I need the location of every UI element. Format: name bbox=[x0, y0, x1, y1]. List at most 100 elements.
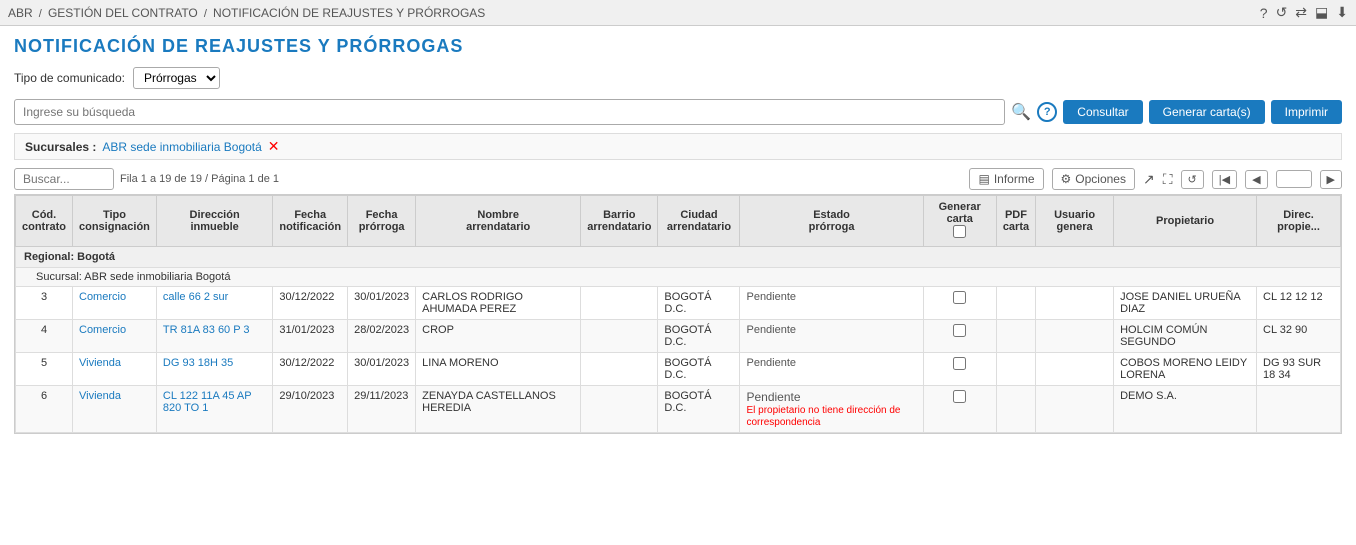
opciones-label: Opciones bbox=[1075, 172, 1126, 186]
subgroup-label: Sucursal: ABR sede inmobiliaria Bogotá bbox=[16, 268, 1341, 287]
cell-generar-carta[interactable] bbox=[923, 353, 996, 386]
estado-error: El propietario no tiene dirección de cor… bbox=[746, 405, 900, 428]
cell-direccion[interactable]: TR 81A 83 60 P 3 bbox=[156, 320, 272, 353]
col-direccion-inmueble: Direccióninmueble bbox=[156, 196, 272, 247]
download-alt-icon[interactable]: ⬓ bbox=[1315, 4, 1328, 21]
cell-direccion[interactable]: CL 122 11A 45 AP 820 TO 1 bbox=[156, 386, 272, 433]
opciones-button[interactable]: ⚙ Opciones bbox=[1052, 168, 1135, 190]
table-row: 6ViviendaCL 122 11A 45 AP 820 TO 129/10/… bbox=[16, 386, 1341, 433]
toolbar-left: Fila 1 a 19 de 19 / Página 1 de 1 bbox=[14, 168, 279, 190]
cell-tipo[interactable]: Vivienda bbox=[73, 353, 157, 386]
group-label: Regional: Bogotá bbox=[16, 247, 1341, 268]
cell-fecha-prorroga: 28/02/2023 bbox=[348, 320, 416, 353]
cell-direccion[interactable]: DG 93 18H 35 bbox=[156, 353, 272, 386]
cell-ciudad: BOGOTÁ D.C. bbox=[658, 353, 740, 386]
breadcrumb-abr[interactable]: ABR bbox=[8, 6, 33, 20]
cell-direc-propietario: CL 12 12 12 bbox=[1257, 287, 1341, 320]
buscar-input[interactable] bbox=[14, 168, 114, 190]
share-icon[interactable]: ↗ bbox=[1143, 171, 1155, 188]
cell-usuario-genera bbox=[1036, 287, 1114, 320]
cell-pdf-carta bbox=[996, 386, 1035, 433]
pagination-info: Fila 1 a 19 de 19 / Página 1 de 1 bbox=[120, 173, 279, 185]
imprimir-button[interactable]: Imprimir bbox=[1271, 100, 1342, 124]
cell-fecha-prorroga: 29/11/2023 bbox=[348, 386, 416, 433]
cell-barrio bbox=[581, 320, 658, 353]
consultar-button[interactable]: Consultar bbox=[1063, 100, 1142, 124]
cell-generar-carta[interactable] bbox=[923, 287, 996, 320]
generar-carta-checkbox[interactable] bbox=[953, 357, 966, 370]
col-usuario-genera: Usuario genera bbox=[1036, 196, 1114, 247]
help-button[interactable]: ? bbox=[1037, 102, 1057, 122]
informe-button[interactable]: ▤ Informe bbox=[969, 168, 1043, 190]
col-fecha-notificacion: Fechanotificación bbox=[273, 196, 348, 247]
cell-generar-carta[interactable] bbox=[923, 320, 996, 353]
generar-carta-button[interactable]: Generar carta(s) bbox=[1149, 100, 1265, 124]
search-row: 🔍 ? Consultar Generar carta(s) Imprimir bbox=[14, 99, 1342, 125]
nav-first-button[interactable]: |◀ bbox=[1212, 170, 1237, 189]
col-nombre-arrendatario: Nombrearrendatario bbox=[416, 196, 581, 247]
breadcrumb-gestion[interactable]: GESTIÓN DEL CONTRATO bbox=[48, 6, 198, 20]
cell-nombre: CROP bbox=[416, 320, 581, 353]
cell-estado: Pendiente bbox=[740, 287, 923, 320]
informe-label: Informe bbox=[994, 172, 1035, 186]
cell-cod: 5 bbox=[16, 353, 73, 386]
search-button[interactable]: 🔍 bbox=[1011, 102, 1031, 122]
cell-estado: Pendiente bbox=[740, 320, 923, 353]
generar-carta-checkbox[interactable] bbox=[953, 390, 966, 403]
page-title: NOTIFICACIÓN DE REAJUSTES Y PRÓRROGAS bbox=[14, 36, 1342, 57]
cell-propietario: JOSE DANIEL URUEÑA DIAZ bbox=[1114, 287, 1257, 320]
cell-propietario: HOLCIM COMÚN SEGUNDO bbox=[1114, 320, 1257, 353]
nav-next-button[interactable]: ▶ bbox=[1320, 170, 1342, 189]
cell-barrio bbox=[581, 287, 658, 320]
cell-tipo[interactable]: Comercio bbox=[73, 287, 157, 320]
generar-carta-checkbox[interactable] bbox=[953, 324, 966, 337]
cell-cod: 6 bbox=[16, 386, 73, 433]
generar-carta-header-checkbox[interactable] bbox=[953, 225, 966, 238]
download-icon[interactable]: ⬇ bbox=[1336, 4, 1348, 21]
filter-value: ABR sede inmobiliaria Bogotá bbox=[102, 140, 261, 154]
filter-label: Sucursales : bbox=[25, 140, 96, 154]
cell-cod: 4 bbox=[16, 320, 73, 353]
col-propietario: Propietario bbox=[1114, 196, 1257, 247]
cell-nombre: CARLOS RODRIGO AHUMADA PEREZ bbox=[416, 287, 581, 320]
top-icons: ? ↺ ⇄ ⬓ ⬇ bbox=[1260, 4, 1348, 21]
cell-usuario-genera bbox=[1036, 386, 1114, 433]
cell-nombre: LINA MORENO bbox=[416, 353, 581, 386]
cell-direc-propietario: DG 93 SUR 18 34 bbox=[1257, 353, 1341, 386]
tipo-comunicado-select[interactable]: Prórrogas bbox=[133, 67, 220, 89]
top-bar: ABR / GESTIÓN DEL CONTRATO / NOTIFICACIÓ… bbox=[0, 0, 1356, 26]
nav-refresh-button[interactable]: ↺ bbox=[1181, 170, 1204, 189]
col-tipo-consignacion: Tipoconsignación bbox=[73, 196, 157, 247]
col-barrio-arrendatario: Barrioarrendatario bbox=[581, 196, 658, 247]
nav-prev-button[interactable]: ◀ bbox=[1245, 170, 1267, 189]
data-table: Cód.contrato Tipoconsignación Direccióni… bbox=[15, 195, 1341, 433]
cell-ciudad: BOGOTÁ D.C. bbox=[658, 320, 740, 353]
cell-generar-carta[interactable] bbox=[923, 386, 996, 433]
col-generar-carta[interactable]: Generar carta bbox=[923, 196, 996, 247]
cell-direccion[interactable]: calle 66 2 sur bbox=[156, 287, 272, 320]
search-input[interactable] bbox=[14, 99, 1005, 125]
tipo-comunicado-row: Tipo de comunicado: Prórrogas bbox=[14, 67, 1342, 89]
help-icon[interactable]: ? bbox=[1260, 5, 1268, 21]
filter-remove-button[interactable]: ✕ bbox=[268, 138, 280, 155]
refresh-icon[interactable]: ↺ bbox=[1276, 4, 1288, 21]
cell-fecha-noti: 31/01/2023 bbox=[273, 320, 348, 353]
generar-carta-checkbox[interactable] bbox=[953, 291, 966, 304]
col-cod-contrato: Cód.contrato bbox=[16, 196, 73, 247]
subgroup-header-row: Sucursal: ABR sede inmobiliaria Bogotá bbox=[16, 268, 1341, 287]
cell-fecha-noti: 30/12/2022 bbox=[273, 287, 348, 320]
cell-fecha-noti: 29/10/2023 bbox=[273, 386, 348, 433]
table-toolbar: Fila 1 a 19 de 19 / Página 1 de 1 ▤ Info… bbox=[14, 168, 1342, 190]
table-row: 5ViviendaDG 93 18H 3530/12/202230/01/202… bbox=[16, 353, 1341, 386]
cell-tipo[interactable]: Vivienda bbox=[73, 386, 157, 433]
cell-pdf-carta bbox=[996, 320, 1035, 353]
col-pdf-carta: PDFcarta bbox=[996, 196, 1035, 247]
cell-fecha-noti: 30/12/2022 bbox=[273, 353, 348, 386]
columns-icon[interactable]: ⇄ bbox=[1295, 4, 1307, 21]
cell-tipo[interactable]: Comercio bbox=[73, 320, 157, 353]
page-size-input[interactable]: 25 bbox=[1276, 170, 1312, 188]
cell-cod: 3 bbox=[16, 287, 73, 320]
cell-ciudad: BOGOTÁ D.C. bbox=[658, 386, 740, 433]
expand-icon[interactable]: ⛶ bbox=[1163, 171, 1173, 188]
cell-barrio bbox=[581, 386, 658, 433]
